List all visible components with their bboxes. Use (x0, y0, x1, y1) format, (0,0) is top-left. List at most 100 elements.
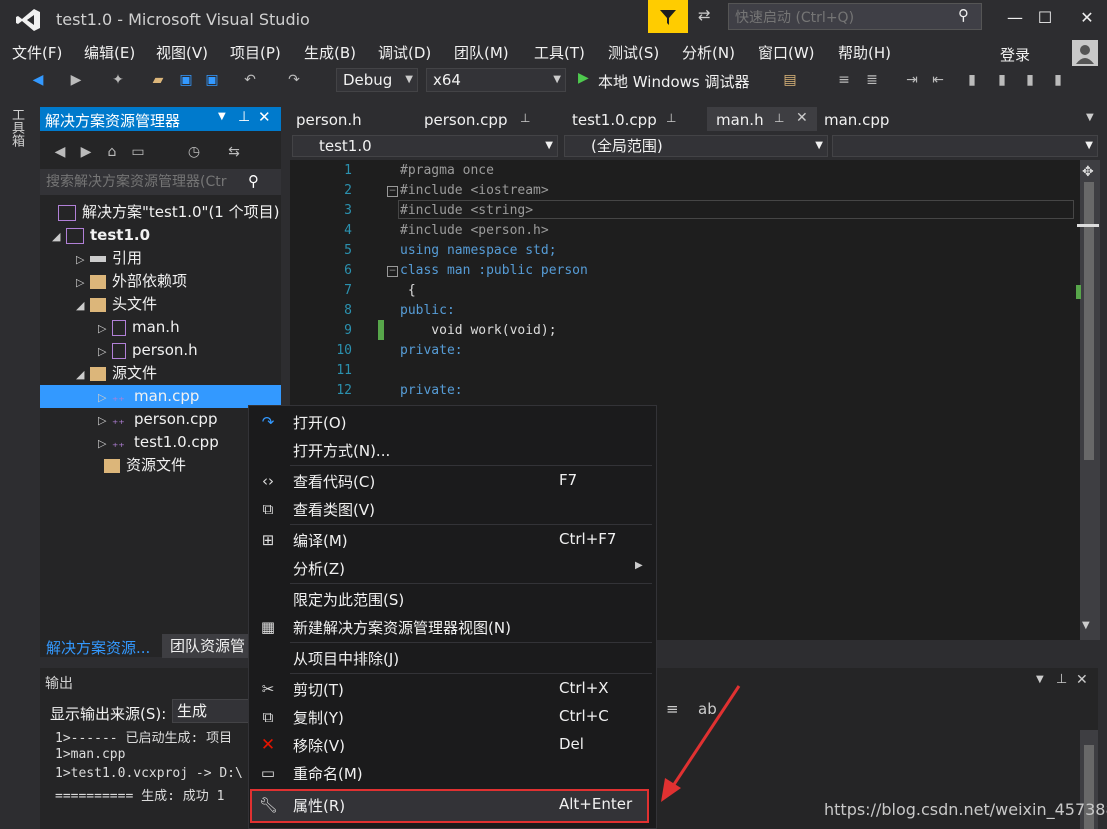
nav-member-select[interactable]: ▼ (832, 135, 1098, 157)
tree-item-person-h[interactable]: ▷ person.h (98, 339, 198, 362)
menu-window[interactable]: 窗口(W) (758, 42, 815, 63)
pin-icon[interactable]: ⊥ (666, 111, 676, 125)
collapsed-arrow-icon[interactable]: ▷ (98, 409, 112, 432)
tree-item-man-h[interactable]: ▷ man.h (98, 316, 180, 339)
menu-item-new-explorer-view[interactable]: ▦ 新建解决方案资源管理器视图(N) (249, 613, 655, 640)
indent-icon[interactable]: ⇥ (902, 70, 922, 90)
collapsed-arrow-icon[interactable]: ▷ (98, 432, 112, 455)
expanded-arrow-icon[interactable]: ◢ (76, 294, 90, 317)
tree-item-man-cpp[interactable]: ▷ ⁺⁺ man.cpp (98, 385, 199, 408)
tab-person-cpp[interactable]: person.cpp (424, 108, 507, 132)
menu-item-cut[interactable]: ✂ 剪切(T) Ctrl+X (249, 675, 655, 702)
collapsed-arrow-icon[interactable]: ▷ (76, 248, 90, 271)
open-file-icon[interactable]: ▰ (148, 70, 168, 90)
new-project-icon[interactable]: ✦ (108, 70, 128, 90)
close-icon[interactable]: ✕ (1076, 672, 1088, 688)
scroll-down-icon[interactable]: ▼ (1082, 620, 1090, 631)
menu-item-compile[interactable]: ⊞ 编译(M) Ctrl+F7 (249, 526, 655, 553)
forward-icon[interactable]: ▶ (66, 70, 86, 90)
tree-item-resource-files[interactable]: 资源文件 (90, 454, 186, 477)
tab-test-cpp[interactable]: test1.0.cpp (572, 108, 657, 132)
menu-item-view-code[interactable]: ‹› 查看代码(C) F7 (249, 467, 655, 494)
tree-item-source-files[interactable]: ◢ 源文件 (76, 362, 157, 385)
save-icon[interactable]: ▣ (176, 70, 196, 90)
pending-changes-icon[interactable]: ◷ (184, 142, 204, 162)
next-bookmark-icon[interactable]: ▮ (1020, 70, 1040, 90)
close-tab-icon[interactable]: ✕ (796, 110, 808, 126)
menu-analyze[interactable]: 分析(N) (682, 42, 735, 63)
menu-item-open[interactable]: ↷ 打开(O) (249, 408, 655, 435)
nav-project-select[interactable]: test1.0 ▼ (292, 135, 558, 157)
login-link[interactable]: 登录 (1000, 44, 1030, 65)
tree-item-person-cpp[interactable]: ▷ ⁺⁺ person.cpp (98, 408, 217, 431)
menu-file[interactable]: 文件(F) (12, 42, 62, 63)
menu-team[interactable]: 团队(M) (454, 42, 509, 63)
split-icon[interactable]: ✥ (1082, 164, 1094, 180)
menu-view[interactable]: 视图(V) (156, 42, 208, 63)
quick-launch-input[interactable] (729, 4, 957, 31)
menu-item-remove[interactable]: ✕ 移除(V) Del (249, 731, 655, 758)
tree-item-header-files[interactable]: ◢ 头文件 (76, 293, 157, 316)
menu-project[interactable]: 项目(P) (230, 42, 281, 63)
collapsed-arrow-icon[interactable]: ▷ (98, 317, 112, 340)
undo-icon[interactable]: ↶ (240, 70, 260, 90)
menu-item-rename[interactable]: ▭ 重命名(M) (249, 759, 655, 786)
nav-scope-select[interactable]: (全局范围) ▼ (564, 135, 828, 157)
menu-item-properties[interactable]: 🔧︎ 属性(R) Alt+Enter (249, 791, 655, 818)
config-select[interactable]: Debug ▼ (336, 68, 418, 92)
menu-build[interactable]: 生成(B) (304, 42, 356, 63)
feedback-filter-icon[interactable] (648, 0, 688, 33)
menu-item-analyze[interactable]: 分析(Z) ▶ (249, 554, 655, 581)
avatar[interactable] (1072, 40, 1098, 66)
pin-icon[interactable]: ⊥ (1056, 672, 1067, 687)
tree-item-project[interactable]: ◢ test1.0 (52, 224, 150, 247)
tree-item-test-cpp[interactable]: ▷ ⁺⁺ test1.0.cpp (98, 431, 219, 454)
tab-man-h[interactable]: man.h (716, 108, 764, 132)
menu-test[interactable]: 测试(S) (608, 42, 659, 63)
tab-solution-explorer[interactable]: 解决方案资源... (46, 637, 150, 658)
bookmark-icon[interactable]: ▮ (962, 70, 982, 90)
menu-item-copy[interactable]: ⧉ 复制(Y) Ctrl+C (249, 703, 655, 730)
expanded-arrow-icon[interactable]: ◢ (52, 225, 66, 248)
pin-icon[interactable]: ⊥ (238, 109, 250, 125)
search-icon[interactable]: ⚲ (958, 6, 969, 24)
find-in-files-icon[interactable]: ▤ (780, 70, 800, 90)
sync-icon[interactable]: ⇆ (224, 142, 244, 162)
solution-search-box[interactable] (40, 169, 281, 195)
run-icon[interactable]: ▶ (578, 70, 589, 86)
forward-icon[interactable]: ▶ (76, 142, 96, 162)
pin-icon[interactable]: ⊥ (774, 111, 784, 125)
live-share-icon[interactable]: ⇄ (698, 6, 718, 26)
menu-item-exclude-from-project[interactable]: 从项目中排除(J) (249, 644, 655, 671)
maximize-button[interactable]: ☐ (1030, 4, 1060, 30)
panel-menu-icon[interactable]: ▼ (218, 111, 226, 122)
close-icon[interactable]: ✕ (258, 108, 271, 126)
menu-tools[interactable]: 工具(T) (534, 42, 585, 63)
switch-views-icon[interactable]: ▭ (128, 142, 148, 162)
collapsed-arrow-icon[interactable]: ▷ (76, 271, 90, 294)
collapse-icon[interactable]: − (387, 186, 398, 197)
clear-bookmarks-icon[interactable]: ▮ (1048, 70, 1068, 90)
panel-menu-icon[interactable]: ▼ (1036, 674, 1044, 685)
solution-search-input[interactable] (40, 169, 248, 195)
expanded-arrow-icon[interactable]: ◢ (76, 363, 90, 386)
tab-team-explorer[interactable]: 团队资源管 (162, 634, 256, 658)
outdent-icon[interactable]: ⇤ (928, 70, 948, 90)
menu-help[interactable]: 帮助(H) (838, 42, 891, 63)
collapse-icon[interactable]: − (387, 266, 398, 277)
pin-icon[interactable]: ⊥ (520, 111, 530, 125)
home-icon[interactable]: ⌂ (102, 142, 122, 162)
tree-item-references[interactable]: ▷ 引用 (76, 247, 142, 270)
redo-icon[interactable]: ↷ (284, 70, 304, 90)
output-source-select[interactable]: 生成 (172, 699, 252, 723)
back-icon[interactable]: ◀ (50, 142, 70, 162)
quick-launch-box[interactable] (728, 3, 982, 31)
collapsed-arrow-icon[interactable]: ▷ (98, 386, 112, 409)
back-icon[interactable]: ◀ (28, 70, 48, 90)
menu-edit[interactable]: 编辑(E) (84, 42, 135, 63)
collapsed-arrow-icon[interactable]: ▷ (98, 340, 112, 363)
search-icon[interactable]: ⚲ (248, 172, 259, 190)
tab-man-cpp[interactable]: man.cpp (824, 108, 889, 132)
toolbox-tab[interactable]: 工具箱 (8, 108, 26, 147)
menu-debug[interactable]: 调试(D) (378, 42, 431, 63)
